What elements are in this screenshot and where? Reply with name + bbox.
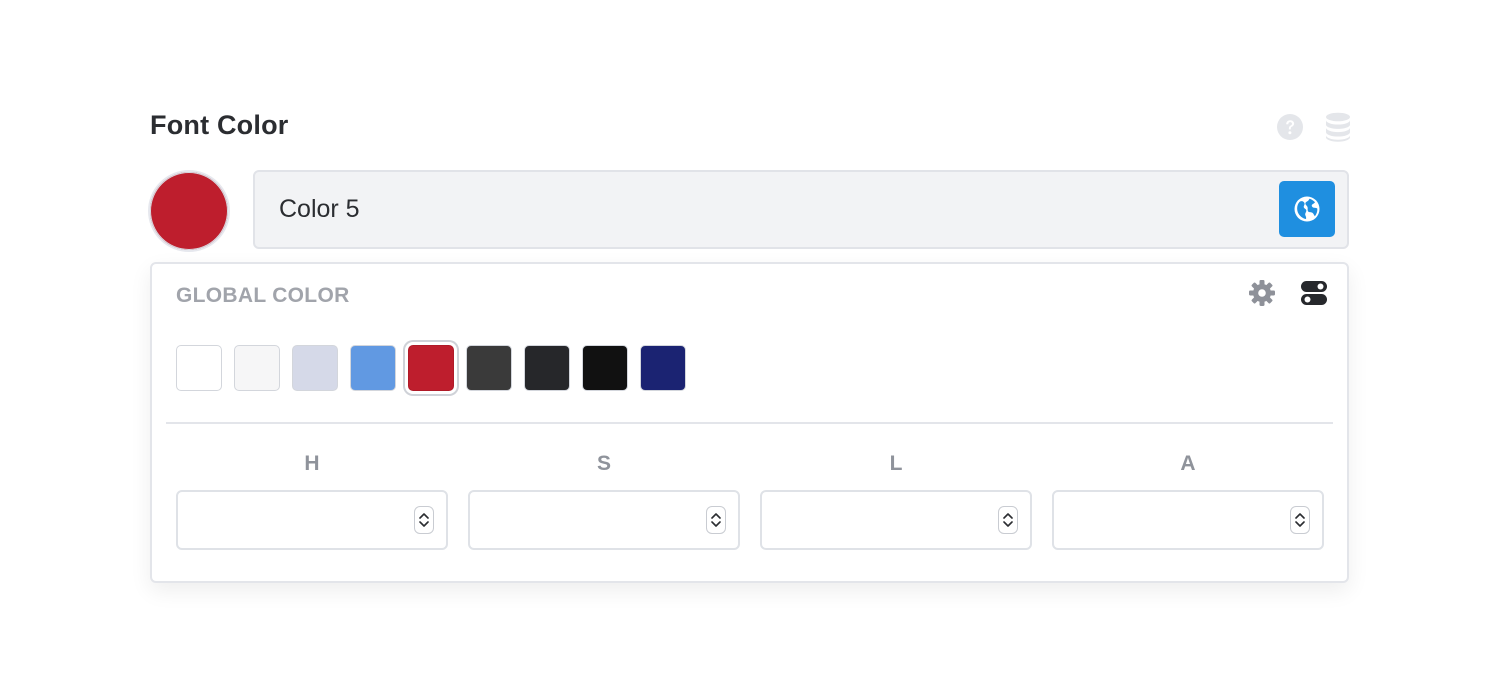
spinner[interactable] — [998, 506, 1018, 534]
s-input[interactable] — [470, 492, 738, 548]
palette-swatch[interactable] — [408, 345, 454, 391]
database-icon[interactable] — [1324, 112, 1352, 142]
global-color-panel: GLOBAL COLOR H S L A — [150, 262, 1349, 583]
color-value-field[interactable]: Color 5 — [253, 170, 1349, 249]
spinner[interactable] — [414, 506, 434, 534]
color-palette — [176, 345, 686, 391]
chevron-up-icon[interactable] — [419, 512, 429, 520]
channel-label: A — [1180, 452, 1196, 475]
h-input[interactable] — [178, 492, 446, 548]
channel-field — [176, 490, 448, 550]
palette-swatch[interactable] — [234, 345, 280, 391]
spinner[interactable] — [1290, 506, 1310, 534]
palette-swatch[interactable] — [350, 345, 396, 391]
chevron-down-icon[interactable] — [1295, 520, 1305, 528]
current-color-swatch[interactable] — [148, 170, 230, 252]
hsla-inputs: H S L A — [176, 452, 1324, 550]
palette-swatch[interactable] — [292, 345, 338, 391]
palette-swatch[interactable] — [640, 345, 686, 391]
chevron-down-icon[interactable] — [711, 520, 721, 528]
palette-swatch[interactable] — [176, 345, 222, 391]
channel-label: L — [889, 452, 903, 475]
divider — [166, 422, 1333, 424]
chevron-up-icon[interactable] — [1295, 512, 1305, 520]
gear-icon[interactable] — [1247, 278, 1277, 308]
channel-l: L — [760, 452, 1032, 550]
toggle-icon[interactable] — [1299, 278, 1329, 308]
chevron-up-icon[interactable] — [711, 512, 721, 520]
palette-swatch[interactable] — [582, 345, 628, 391]
question-circle-icon[interactable] — [1276, 112, 1304, 142]
control-actions — [1276, 112, 1352, 142]
panel-heading: GLOBAL COLOR — [176, 284, 350, 307]
channel-h: H — [176, 452, 448, 550]
panel-actions — [1247, 278, 1329, 308]
palette-swatch[interactable] — [466, 345, 512, 391]
chevron-down-icon[interactable] — [1003, 520, 1013, 528]
channel-field — [760, 490, 1032, 550]
l-input[interactable] — [762, 492, 1030, 548]
chevron-up-icon[interactable] — [1003, 512, 1013, 520]
page-title: Font Color — [150, 110, 289, 140]
global-color-button[interactable] — [1279, 181, 1335, 237]
chevron-down-icon[interactable] — [419, 520, 429, 528]
channel-label: H — [304, 452, 320, 475]
channel-label: S — [596, 452, 611, 475]
a-input[interactable] — [1054, 492, 1322, 548]
globe-icon — [1294, 196, 1320, 222]
spinner[interactable] — [706, 506, 726, 534]
channel-field — [1052, 490, 1324, 550]
channel-s: S — [468, 452, 740, 550]
channel-field — [468, 490, 740, 550]
color-value: Color 5 — [279, 195, 360, 223]
channel-a: A — [1052, 452, 1324, 550]
palette-swatch[interactable] — [524, 345, 570, 391]
